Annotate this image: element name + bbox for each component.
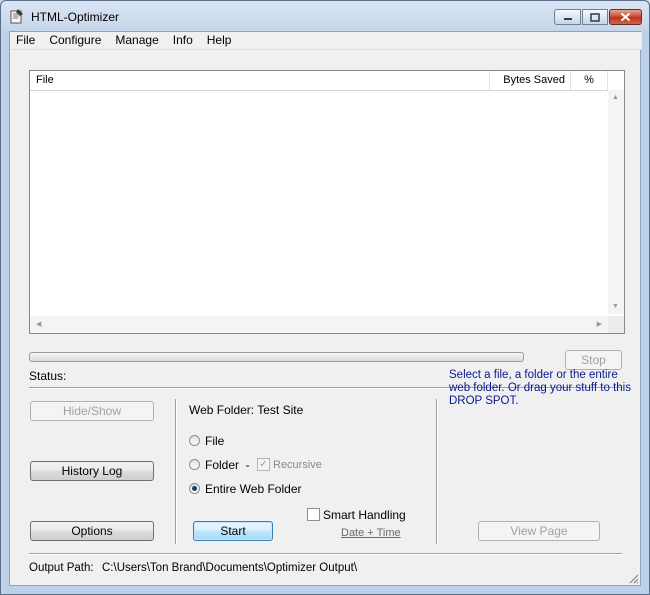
list-header: File Bytes Saved % xyxy=(30,71,608,91)
recursive-checkbox[interactable]: ✓ xyxy=(257,458,270,471)
menu-configure[interactable]: Configure xyxy=(42,32,108,49)
scroll-left-icon[interactable]: ◀ xyxy=(36,320,41,328)
progress-bar xyxy=(29,352,524,362)
view-page-button[interactable]: View Page xyxy=(478,521,600,541)
radio-folder[interactable] xyxy=(189,459,200,470)
scroll-corner xyxy=(608,316,624,333)
output-path-label: Output Path: xyxy=(29,562,94,574)
smart-handling-checkbox[interactable] xyxy=(307,508,320,521)
options-button[interactable]: Options xyxy=(30,521,154,541)
maximize-button[interactable] xyxy=(582,9,608,25)
check-mark-icon: ✓ xyxy=(259,459,268,470)
client-area: File Configure Manage Info Help File Byt… xyxy=(9,31,642,586)
divider-right xyxy=(436,399,438,544)
resize-grip-icon[interactable] xyxy=(627,572,639,584)
date-time-link[interactable]: Date + Time xyxy=(341,527,401,539)
file-list[interactable]: File Bytes Saved % ▲ ▼ ◀ ▶ xyxy=(29,70,625,334)
divider-left xyxy=(175,399,177,544)
main-window: HTML-Optimizer File Configure Manage Inf… xyxy=(0,0,650,595)
close-icon xyxy=(620,12,631,22)
menu-manage[interactable]: Manage xyxy=(108,32,165,49)
menu-file[interactable]: File xyxy=(10,32,42,49)
column-bytes-saved[interactable]: Bytes Saved xyxy=(490,71,571,90)
window-title: HTML-Optimizer xyxy=(31,10,120,24)
radio-folder-label[interactable]: Folder - xyxy=(205,458,250,472)
menu-help[interactable]: Help xyxy=(200,32,239,49)
title-bar[interactable]: HTML-Optimizer xyxy=(1,1,649,31)
hide-show-button[interactable]: Hide/Show xyxy=(30,401,154,421)
drop-spot-text[interactable]: Select a file, a folder or the entire we… xyxy=(449,369,634,408)
vertical-scrollbar[interactable]: ▲ ▼ xyxy=(608,90,624,314)
app-icon xyxy=(10,9,23,24)
menu-bar: File Configure Manage Info Help xyxy=(10,32,642,50)
minimize-button[interactable] xyxy=(554,9,581,25)
web-folder-label: Web Folder: Test Site xyxy=(189,403,304,417)
output-path-value[interactable]: C:\Users\Ton Brand\Documents\Optimizer O… xyxy=(102,562,357,574)
minimize-icon xyxy=(563,18,572,20)
scroll-right-icon[interactable]: ▶ xyxy=(597,320,602,328)
smart-handling-label[interactable]: Smart Handling xyxy=(323,508,406,522)
radio-file-label[interactable]: File xyxy=(205,434,224,448)
menu-info[interactable]: Info xyxy=(166,32,200,49)
recursive-label[interactable]: Recursive xyxy=(273,459,322,471)
scroll-down-icon[interactable]: ▼ xyxy=(612,303,619,310)
scroll-up-icon[interactable]: ▲ xyxy=(612,94,619,101)
history-log-button[interactable]: History Log xyxy=(30,461,154,481)
column-percent[interactable]: % xyxy=(571,71,608,90)
radio-entire-label[interactable]: Entire Web Folder xyxy=(205,482,302,496)
maximize-icon xyxy=(590,12,600,22)
radio-file[interactable] xyxy=(189,435,200,446)
close-button[interactable] xyxy=(609,9,642,25)
radio-entire-web-folder[interactable] xyxy=(189,483,200,494)
horizontal-scrollbar[interactable]: ◀ ▶ xyxy=(30,316,608,333)
status-label: Status: xyxy=(29,369,67,383)
start-button[interactable]: Start xyxy=(193,521,273,541)
column-file[interactable]: File xyxy=(30,71,490,90)
divider-bottom xyxy=(29,553,622,555)
stop-button[interactable]: Stop xyxy=(565,350,622,370)
